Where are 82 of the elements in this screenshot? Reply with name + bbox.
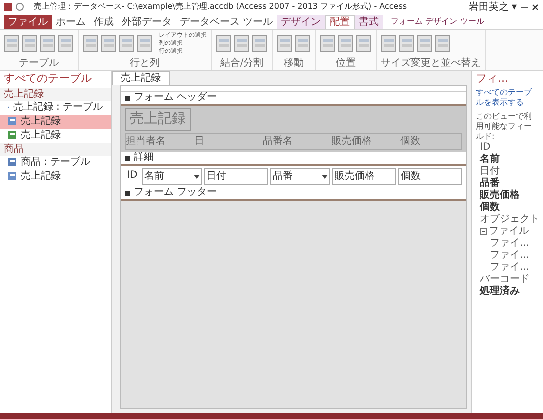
ribbon-tab[interactable]: 外部データ	[118, 15, 176, 29]
field-item[interactable]: オブジェクト	[480, 214, 540, 226]
field-item[interactable]: 処理済み	[480, 286, 520, 298]
ribbon-command-icon[interactable]	[119, 35, 135, 53]
field-item[interactable]: ID	[480, 142, 491, 154]
text-box[interactable]: 個数	[398, 168, 462, 185]
ribbon-command-icon[interactable]	[399, 35, 415, 53]
group-label: サイズ変更と並べ替え	[381, 58, 481, 70]
ribbon-tab[interactable]: データベース ツール	[176, 15, 278, 29]
dropdown-arrow-icon[interactable]	[322, 174, 328, 180]
show-all-tables-link[interactable]: すべてのテーブルを表示する	[472, 88, 543, 108]
window-title: 売上管理 : データベース- C:\example\売上管理.accdb (Access 2007 - 2013 ファイル形式) - Access	[34, 1, 408, 13]
document-tab[interactable]: 売上記録	[112, 71, 170, 85]
user-name[interactable]: 岩田英之 ▾	[468, 0, 517, 14]
ribbon-command-icon[interactable]	[295, 35, 311, 53]
form-icon	[8, 172, 17, 181]
header-label[interactable]: 品番名	[263, 134, 324, 149]
group-label: 行と列	[129, 58, 161, 70]
field-item[interactable]: ファイル	[489, 226, 529, 238]
group-label: 結合/分割	[219, 58, 265, 70]
ribbon-command-icon[interactable]	[234, 35, 250, 53]
ribbon-command-icon[interactable]	[338, 35, 354, 53]
nav-item[interactable]: 売上記録	[0, 114, 111, 128]
collapse-icon[interactable]	[480, 228, 487, 235]
nav-item[interactable]: 売上記録 : テーブル	[0, 100, 111, 114]
ribbon-command-icon[interactable]	[381, 35, 397, 53]
ribbon-command-icon[interactable]	[320, 35, 336, 53]
field-item[interactable]: 品番	[480, 178, 500, 190]
field-item[interactable]: ファイ...	[490, 250, 530, 262]
nav-item[interactable]: 売上記録	[0, 170, 111, 184]
section-selector-icon[interactable]	[125, 190, 130, 196]
field-item[interactable]: ファイ...	[490, 262, 530, 274]
ribbon-command-icon[interactable]	[356, 35, 372, 53]
ribbon-command-icon[interactable]	[417, 35, 433, 53]
field-label[interactable]: ID	[125, 168, 140, 185]
context-tab-title: フォーム デザイン ツール	[391, 16, 484, 28]
field-item[interactable]: バーコード	[480, 274, 530, 286]
minimize-icon[interactable]	[521, 6, 528, 8]
ribbon-tab[interactable]: 作成	[90, 15, 118, 29]
ribbon-command-icon[interactable]	[4, 35, 20, 53]
pane-title: フィ...	[475, 71, 510, 87]
field-item[interactable]: ファイ...	[490, 238, 530, 250]
ribbon-command-icon[interactable]	[137, 35, 153, 53]
field-item[interactable]: 販売価格	[480, 190, 520, 202]
ribbon-tab[interactable]: 書式	[355, 15, 384, 29]
section-selector-icon[interactable]	[125, 96, 130, 100]
ribbon-tab[interactable]: ファイル	[4, 15, 52, 29]
nav-pane-title[interactable]: すべてのテーブル	[4, 71, 92, 88]
ribbon-tab[interactable]: ホーム	[52, 15, 90, 29]
ribbon-command-icon[interactable]	[83, 35, 99, 53]
header-label[interactable]: 日	[194, 134, 256, 149]
header-label[interactable]: 個数	[400, 134, 461, 149]
group-label: 位置	[335, 58, 357, 70]
nav-group-header[interactable]: 売上記録	[0, 88, 111, 100]
ribbon-command-icon[interactable]	[216, 35, 232, 53]
close-icon[interactable]	[532, 4, 539, 10]
group-label: テーブル	[18, 58, 60, 70]
ribbon-command-icon[interactable]	[252, 35, 268, 53]
dropdown-arrow-icon[interactable]	[194, 174, 200, 180]
ribbon-command-icon[interactable]	[435, 35, 451, 53]
ribbon-command-icon[interactable]	[101, 35, 117, 53]
nav-group-header[interactable]: 商品	[0, 142, 111, 156]
report-icon	[8, 131, 17, 140]
section-selector-icon[interactable]	[125, 156, 130, 160]
group-label: 移動	[283, 58, 305, 70]
field-item[interactable]: 個数	[480, 202, 500, 214]
ribbon-tab[interactable]: 配置	[325, 15, 356, 29]
ribbon-command-icon[interactable]	[22, 35, 38, 53]
field-item[interactable]: 名前	[480, 154, 500, 166]
ribbon-tab[interactable]: デザイン	[277, 15, 326, 29]
nav-item[interactable]: 商品 : テーブル	[0, 156, 111, 170]
nav-item[interactable]: 売上記録	[0, 128, 111, 142]
ribbon-command-icon[interactable]	[58, 35, 74, 53]
field-item[interactable]: 日付	[480, 166, 500, 178]
section-bar[interactable]: 詳細	[134, 152, 154, 164]
text-box[interactable]: 販売価格	[332, 168, 396, 185]
header-label[interactable]: 販売価格	[332, 134, 392, 149]
ribbon-command-icon[interactable]	[40, 35, 56, 53]
ribbon-command-icon[interactable]	[277, 35, 293, 53]
text-box[interactable]: 日付	[204, 168, 268, 185]
form-icon	[8, 117, 17, 126]
field-list-caption: このビューで利用可能なフィールド:	[475, 112, 533, 142]
